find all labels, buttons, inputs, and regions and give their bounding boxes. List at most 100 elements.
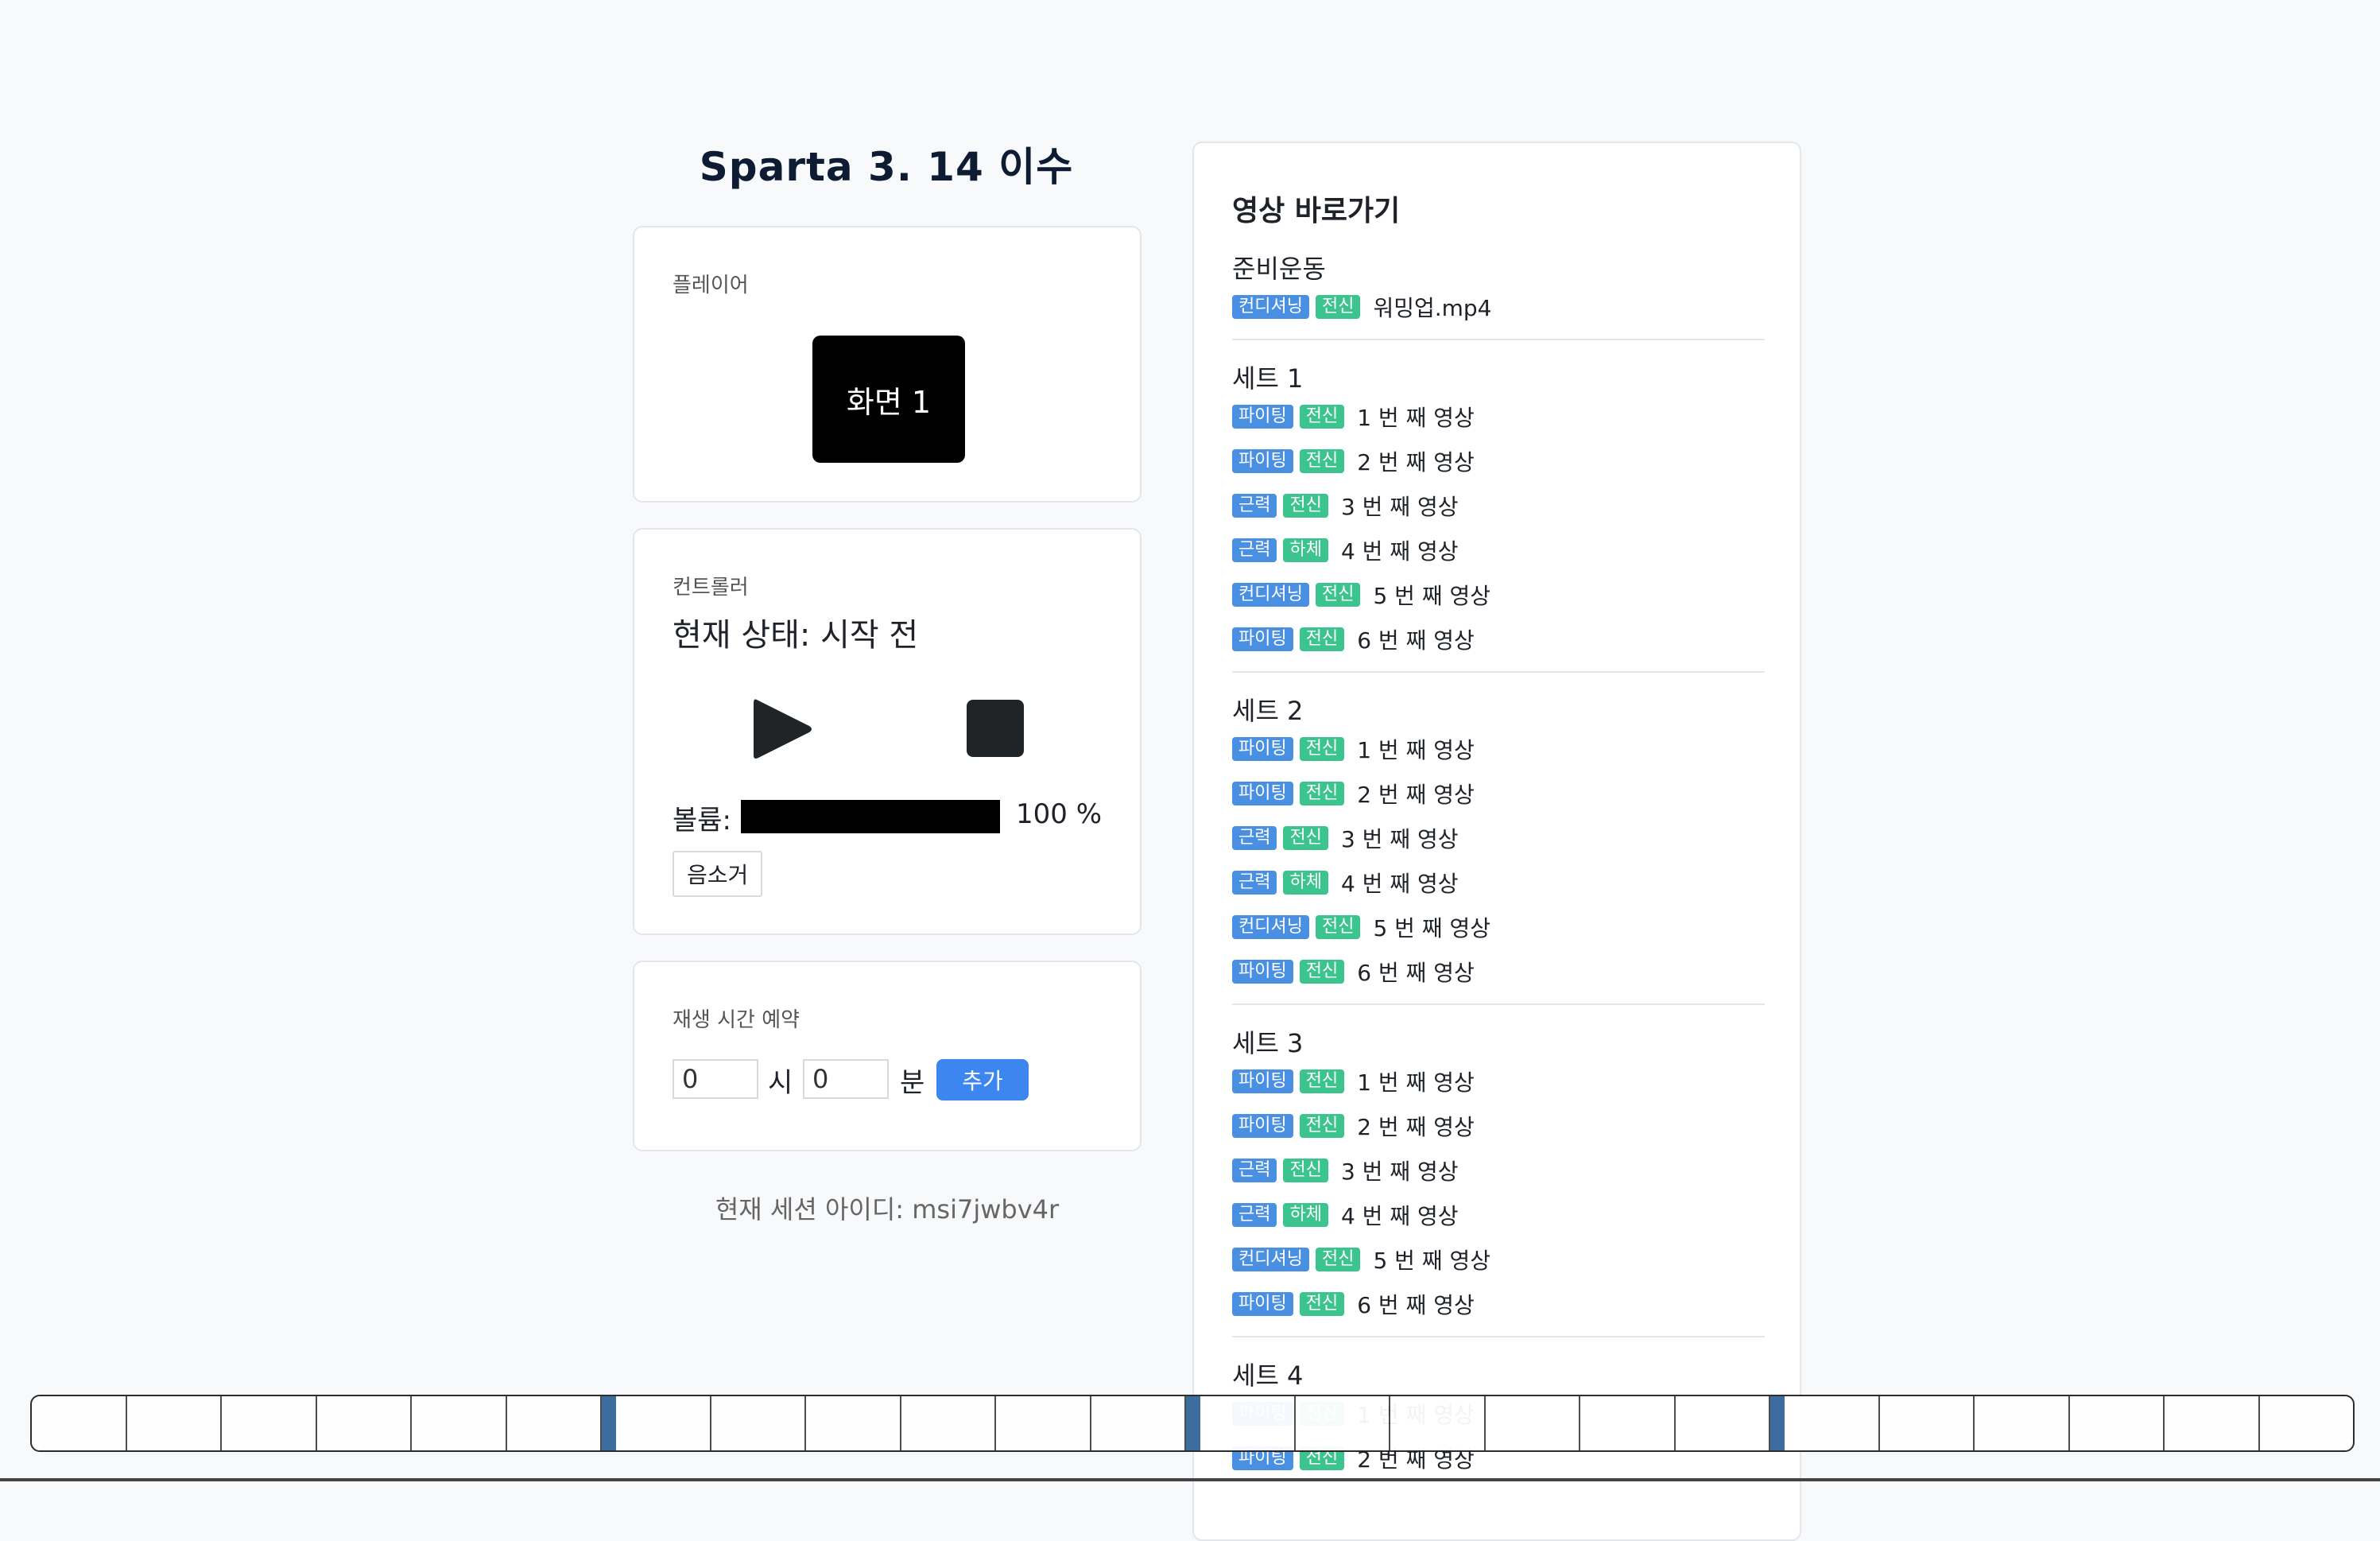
video-item[interactable]: 파이팅 전신 6 번 째 영상 — [1232, 1282, 1765, 1326]
timeline-segment[interactable] — [1580, 1396, 1676, 1450]
video-item[interactable]: 컨디셔닝 전신 워밍업.mp4 — [1232, 285, 1765, 329]
video-label[interactable]: 3 번 째 영상 — [1341, 490, 1459, 522]
area-badge: 전신 — [1299, 1114, 1345, 1138]
timeline-segment[interactable] — [996, 1396, 1091, 1450]
video-item[interactable]: 근력 전신 3 번 째 영상 — [1232, 1148, 1765, 1193]
volume-fill — [741, 800, 1000, 833]
video-label[interactable]: 4 번 째 영상 — [1341, 534, 1459, 566]
type-badge: 파이팅 — [1232, 449, 1293, 473]
timeline-segment[interactable] — [1091, 1396, 1186, 1450]
video-item[interactable]: 파이팅 전신 2 번 째 영상 — [1232, 439, 1765, 483]
timeline-segment[interactable] — [2165, 1396, 2260, 1450]
set-title: 준비운동 — [1232, 254, 1326, 284]
timeline-segment[interactable] — [1785, 1396, 1880, 1450]
volume-slider[interactable] — [741, 800, 1000, 833]
set-divider — [1232, 1336, 1765, 1337]
video-item[interactable]: 근력 전신 3 번 째 영상 — [1232, 483, 1765, 528]
video-label[interactable]: 6 번 째 영상 — [1357, 623, 1475, 655]
type-badge: 파이팅 — [1232, 405, 1293, 429]
set-title: 세트 2 — [1232, 696, 1304, 726]
video-label[interactable]: 4 번 째 영상 — [1341, 867, 1459, 899]
stop-button[interactable] — [967, 700, 1024, 757]
video-item[interactable]: 근력 하체 4 번 째 영상 — [1232, 528, 1765, 573]
timeline-segment[interactable] — [1200, 1396, 1296, 1450]
timeline-marker[interactable] — [1186, 1396, 1200, 1450]
mute-button[interactable]: 음소거 — [673, 851, 763, 897]
timeline-segment[interactable] — [507, 1396, 602, 1450]
type-badge: 근력 — [1232, 1203, 1277, 1227]
video-label[interactable]: 6 번 째 영상 — [1357, 1288, 1475, 1320]
video-label[interactable]: 1 번 째 영상 — [1357, 1066, 1475, 1097]
video-item[interactable]: 근력 하체 4 번 째 영상 — [1232, 860, 1765, 905]
video-label[interactable]: 2 번 째 영상 — [1357, 778, 1475, 809]
video-item[interactable]: 파이팅전신 1 번 째 영상 — [1232, 1059, 1765, 1104]
timeline-marker[interactable] — [1770, 1396, 1785, 1450]
video-label[interactable]: 5 번 째 영상 — [1373, 579, 1490, 611]
timeline-segment[interactable] — [1975, 1396, 2070, 1450]
timeline-segment[interactable] — [412, 1396, 507, 1450]
area-badge: 전신 — [1315, 295, 1361, 319]
type-badge: 파이팅 — [1232, 960, 1293, 984]
player-screen[interactable]: 화면 1 — [812, 336, 965, 463]
timeline-segment[interactable] — [901, 1396, 996, 1450]
controller-card: 컨트롤러 현재 상태: 시작 전 볼륨: 100 % 음소거 — [633, 528, 1142, 935]
controller-label: 컨트롤러 — [673, 576, 749, 600]
timeline-segment[interactable] — [2070, 1396, 2165, 1450]
timeline-segment[interactable] — [711, 1396, 806, 1450]
timeline-marker[interactable] — [602, 1396, 616, 1450]
timeline-segment[interactable] — [2260, 1396, 2354, 1450]
timeline-segment[interactable] — [317, 1396, 412, 1450]
timeline-bar[interactable] — [30, 1395, 2355, 1452]
type-badge: 근력 — [1232, 826, 1277, 850]
video-item[interactable]: 파이팅전신 1 번 째 영상 — [1232, 394, 1765, 439]
video-label[interactable]: 2 번 째 영상 — [1357, 1110, 1475, 1142]
hour-unit: 시 — [768, 1067, 793, 1099]
video-label[interactable]: 4 번 째 영상 — [1341, 1199, 1459, 1231]
video-item[interactable]: 파이팅 전신 2 번 째 영상 — [1232, 771, 1765, 816]
minute-unit: 분 — [900, 1067, 925, 1099]
area-badge: 전신 — [1315, 915, 1361, 939]
video-item[interactable]: 컨디셔닝 전신 5 번 째 영상 — [1232, 573, 1765, 617]
video-label[interactable]: 워밍업.mp4 — [1373, 291, 1491, 323]
type-badge: 파이팅 — [1232, 782, 1293, 805]
video-label[interactable]: 1 번 째 영상 — [1357, 401, 1475, 433]
timeline-segment[interactable] — [1390, 1396, 1486, 1450]
area-badge: 전신 — [1299, 782, 1345, 805]
video-item[interactable]: 파이팅 전신 6 번 째 영상 — [1232, 949, 1765, 994]
video-set: 세트 1 파이팅 전신 1 번 째 영상 파이팅 전신 2 번 째 영상 근력 전신 3 번 째 … — [1232, 363, 1765, 673]
area-badge: 전신 — [1315, 1248, 1361, 1271]
timeline-segment[interactable] — [32, 1396, 127, 1450]
video-label[interactable]: 3 번 째 영상 — [1341, 822, 1459, 854]
type-badge: 컨디셔닝 — [1232, 295, 1309, 319]
timeline-segment[interactable] — [127, 1396, 222, 1450]
video-label[interactable]: 2 번 째 영상 — [1357, 445, 1475, 477]
video-item[interactable]: 파이팅전신 1 번 째 영상 — [1232, 727, 1765, 771]
hour-input[interactable] — [673, 1059, 758, 1099]
video-item[interactable]: 파이팅 전신 2 번 째 영상 — [1232, 1104, 1765, 1148]
set-divider — [1232, 671, 1765, 673]
area-badge: 전신 — [1315, 583, 1361, 607]
video-label[interactable]: 1 번 째 영상 — [1357, 733, 1475, 765]
type-badge: 근력 — [1232, 494, 1277, 518]
timeline-segment[interactable] — [1486, 1396, 1580, 1450]
add-schedule-button[interactable]: 추가 — [936, 1059, 1029, 1100]
play-button[interactable] — [752, 695, 814, 763]
video-label[interactable]: 5 번 째 영상 — [1373, 911, 1490, 943]
timeline-segment[interactable] — [1880, 1396, 1975, 1450]
timeline-segment[interactable] — [1296, 1396, 1390, 1450]
video-item[interactable]: 근력 하체 4 번 째 영상 — [1232, 1193, 1765, 1237]
video-label[interactable]: 5 번 째 영상 — [1373, 1244, 1490, 1275]
minute-input[interactable] — [803, 1059, 889, 1099]
schedule-card: 재생 시간 예약 시 분 추가 — [633, 961, 1142, 1151]
video-label[interactable]: 3 번 째 영상 — [1341, 1155, 1459, 1186]
video-item[interactable]: 컨디셔닝 전신 5 번 째 영상 — [1232, 1237, 1765, 1282]
video-item[interactable]: 파이팅 전신 6 번 째 영상 — [1232, 617, 1765, 662]
area-badge: 전신 — [1299, 405, 1345, 429]
timeline-segment[interactable] — [1676, 1396, 1770, 1450]
video-item[interactable]: 근력 전신 3 번 째 영상 — [1232, 816, 1765, 860]
timeline-segment[interactable] — [222, 1396, 317, 1450]
video-label[interactable]: 6 번 째 영상 — [1357, 956, 1475, 988]
video-item[interactable]: 컨디셔닝 전신 5 번 째 영상 — [1232, 905, 1765, 949]
timeline-segment[interactable] — [616, 1396, 711, 1450]
timeline-segment[interactable] — [806, 1396, 901, 1450]
